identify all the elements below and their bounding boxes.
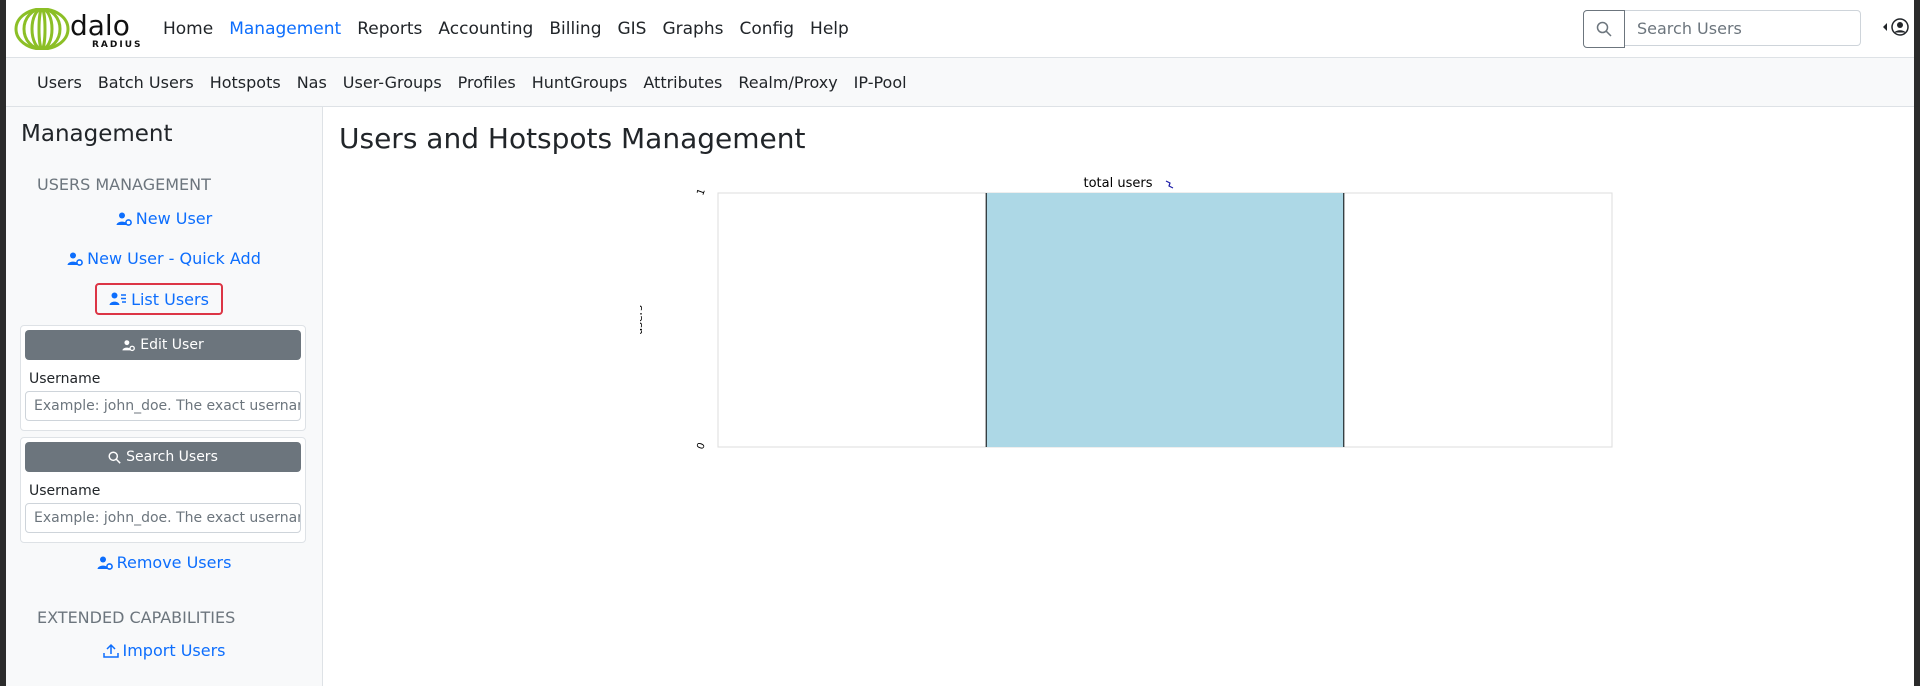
nav-item-accounting[interactable]: Accounting (438, 19, 533, 39)
chart-title: total users (1084, 176, 1153, 191)
sidebar: Management USERS MANAGEMENT New User New… (6, 107, 323, 686)
edit-username-input[interactable]: Example: john_doe. The exact username to… (25, 391, 301, 421)
title-mark-icon (1165, 180, 1174, 189)
chart-svg: 0 1 users total users (632, 176, 1613, 451)
nav-item-management[interactable]: Management (229, 19, 341, 39)
caret-left-icon (1883, 23, 1887, 31)
subnav-item-users[interactable]: Users (37, 73, 82, 92)
subnav-item-hotspots[interactable]: Hotspots (210, 73, 281, 92)
import-users-label: Import Users (122, 641, 226, 660)
sub-navbar: Users Batch Users Hotspots Nas User-Groups Pr… (6, 58, 1914, 107)
top-navbar: dalo RADIUS Home Management Reports Account… (6, 0, 1914, 58)
subnav-item-nas[interactable]: Nas (297, 73, 327, 92)
daloradius-logo[interactable]: dalo RADIUS (14, 7, 156, 51)
logo-text: dalo (70, 9, 130, 42)
nav-item-home[interactable]: Home (163, 19, 213, 39)
nav-item-help[interactable]: Help (810, 19, 849, 39)
user-menu-toggle[interactable] (1882, 18, 1909, 36)
window-edge-right (1914, 0, 1920, 686)
nav-item-graphs[interactable]: Graphs (662, 19, 723, 39)
person-lines-icon (109, 292, 127, 305)
search-username-label: Username (29, 483, 101, 499)
sidebar-title: Management (21, 121, 173, 147)
person-gear-icon (67, 252, 84, 266)
y-tick-label: 0 (695, 441, 708, 451)
person-gear-icon (116, 212, 132, 226)
subnav-item-huntgroups[interactable]: HuntGroups (532, 73, 628, 92)
user-circle-icon (1891, 18, 1909, 36)
nav-item-config[interactable]: Config (739, 19, 794, 39)
person-gear-icon (122, 339, 136, 351)
edit-user-button[interactable]: Edit User (25, 330, 301, 360)
new-user-quick-add-link[interactable]: New User - Quick Add (6, 249, 322, 268)
list-users-link[interactable]: List Users (95, 283, 223, 315)
search-users-button-label: Search Users (126, 449, 218, 465)
y-axis-label: users (640, 305, 645, 335)
subnav-item-profiles[interactable]: Profiles (458, 73, 516, 92)
subnav-item-realm-proxy[interactable]: Realm/Proxy (738, 73, 837, 92)
person-gear-icon (97, 556, 113, 570)
search-username-input[interactable]: Example: john_doe. The exact username to… (25, 503, 301, 533)
new-user-quick-add-label: New User - Quick Add (87, 249, 261, 268)
new-user-label: New User (135, 209, 213, 228)
logo-subtext: RADIUS (92, 40, 143, 50)
search-users-button[interactable]: Search Users (25, 442, 301, 472)
y-tick-label: 1 (695, 187, 708, 197)
subnav-item-user-groups[interactable]: User-Groups (343, 73, 442, 92)
upload-icon (102, 643, 119, 658)
section-users-management: USERS MANAGEMENT (37, 175, 211, 194)
nav-item-reports[interactable]: Reports (357, 19, 422, 39)
import-users-link[interactable]: Import Users (6, 641, 322, 660)
section-extended-capabilities: EXTENDED CAPABILITIES (37, 608, 236, 627)
nav-item-gis[interactable]: GIS (617, 19, 646, 39)
nav-item-billing[interactable]: Billing (549, 19, 601, 39)
edit-user-card: Edit User Username Example: john_doe. Th… (20, 325, 306, 431)
page-title: Users and Hotspots Management (339, 122, 806, 155)
subnav-item-ip-pool[interactable]: IP-Pool (854, 73, 907, 92)
total-users-chart: 0 1 users total users (632, 170, 1620, 460)
list-users-label: List Users (131, 289, 209, 309)
edit-username-label: Username (29, 371, 101, 387)
new-user-link[interactable]: New User (6, 209, 322, 228)
search-users-card: Search Users Username Example: john_doe.… (20, 437, 306, 543)
search-users-input[interactable]: Search Users (1625, 10, 1861, 46)
chart-bar (986, 193, 1344, 447)
main-nav: Home Management Reports Accounting Billing GI… (163, 0, 865, 57)
search-button[interactable] (1583, 10, 1625, 48)
search-icon (108, 450, 121, 464)
remove-users-label: Remove Users (116, 553, 232, 572)
remove-users-link[interactable]: Remove Users (6, 553, 322, 572)
subnav-item-attributes[interactable]: Attributes (643, 73, 722, 92)
search-icon (1596, 21, 1612, 37)
subnav-item-batch-users[interactable]: Batch Users (98, 73, 194, 92)
sub-nav: Users Batch Users Hotspots Nas User-Groups Pr… (37, 58, 923, 106)
search-group: Search Users (1583, 10, 1861, 48)
edit-user-button-label: Edit User (140, 337, 204, 353)
